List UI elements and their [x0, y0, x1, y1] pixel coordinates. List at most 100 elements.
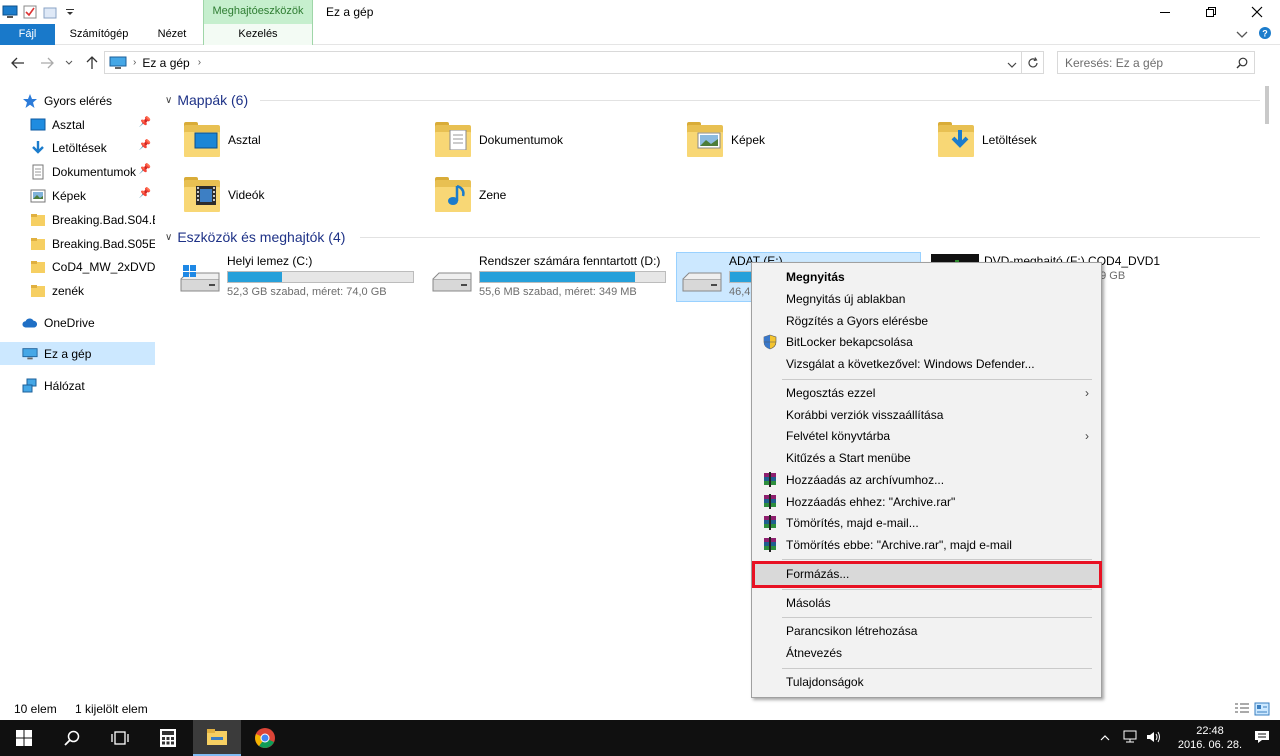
- address-row: › Ez a gép › Keresés: Ez a gép: [0, 48, 1280, 78]
- tab-view[interactable]: Nézet: [143, 24, 201, 45]
- menu-item-rename[interactable]: Átnevezés: [754, 642, 1099, 664]
- start-button[interactable]: [0, 720, 48, 756]
- pin-icon[interactable]: 📌: [139, 188, 151, 199]
- pin-icon[interactable]: 📌: [139, 140, 151, 151]
- large-icons-view-icon[interactable]: [1254, 702, 1270, 719]
- pin-icon[interactable]: 📌: [139, 164, 151, 175]
- ribbon-expand-icon[interactable]: [1236, 28, 1248, 42]
- tab-file[interactable]: Fájl: [0, 24, 55, 45]
- properties-icon[interactable]: [22, 4, 38, 20]
- menu-item-restore-versions[interactable]: Korábbi verziók visszaállítása: [754, 404, 1099, 426]
- highlight-annotation-box: [752, 561, 1102, 588]
- restore-button[interactable]: [1188, 0, 1234, 24]
- menu-item-open[interactable]: Megnyitás: [754, 266, 1099, 288]
- calculator-app-icon[interactable]: [144, 720, 192, 756]
- new-folder-icon[interactable]: [42, 4, 58, 20]
- menu-item-compress-rar-email[interactable]: Tömörítés ebbe: "Archive.rar", majd e-ma…: [754, 534, 1099, 556]
- chrome-app-icon[interactable]: [241, 720, 289, 756]
- nav-downloads[interactable]: Letöltések 📌: [0, 136, 155, 159]
- folder-documents[interactable]: Dokumentumok: [433, 116, 673, 164]
- recent-locations-icon[interactable]: [63, 54, 75, 72]
- menu-item-bitlocker[interactable]: BitLocker bekapcsolása: [754, 331, 1099, 353]
- document-icon: [30, 164, 46, 180]
- details-view-icon[interactable]: [1234, 702, 1250, 719]
- menu-item-compress-email[interactable]: Tömörítés, majd e-mail...: [754, 512, 1099, 534]
- forward-button[interactable]: [38, 54, 56, 72]
- vertical-scrollbar[interactable]: [1262, 86, 1272, 696]
- nav-this-pc[interactable]: Ez a gép: [0, 342, 155, 365]
- address-dropdown-icon[interactable]: [1007, 58, 1017, 72]
- hard-drive-icon: [179, 265, 221, 295]
- breadcrumb-chevron-icon[interactable]: ›: [133, 57, 136, 68]
- tab-computer[interactable]: Számítógép: [57, 24, 141, 45]
- nav-desktop[interactable]: Asztal 📌: [0, 113, 155, 136]
- menu-item-include-library[interactable]: Felvétel könyvtárba ›: [754, 425, 1099, 447]
- clock[interactable]: 22:48 2016. 06. 28.: [1170, 724, 1250, 752]
- breadcrumb-item[interactable]: Ez a gép: [142, 56, 189, 70]
- breadcrumb-chevron-icon[interactable]: ›: [198, 57, 201, 68]
- drive-c[interactable]: Helyi lemez (C:) 52,3 GB szabad, méret: …: [175, 253, 420, 303]
- task-view-button[interactable]: [96, 720, 144, 756]
- nav-folder-breaking-bad-s05[interactable]: Breaking.Bad.S05E16: [0, 232, 155, 255]
- menu-item-open-new-window[interactable]: Megnyitás új ablakban: [754, 288, 1099, 310]
- nav-quick-access[interactable]: Gyors elérés: [0, 89, 155, 112]
- file-explorer-app-icon[interactable]: [193, 720, 241, 756]
- volume-icon[interactable]: [1146, 730, 1162, 747]
- drives-group-header[interactable]: ∨ Eszközök és meghajtók (4): [165, 227, 1260, 247]
- clock-date: 2016. 06. 28.: [1177, 739, 1243, 751]
- download-icon: [30, 140, 46, 156]
- winrar-icon: [762, 472, 778, 488]
- menu-item-defender-scan[interactable]: Vizsgálat a következővel: Windows Defend…: [754, 353, 1099, 375]
- search-icon[interactable]: [1236, 57, 1248, 72]
- menu-item-copy[interactable]: Másolás: [754, 592, 1099, 614]
- refresh-button[interactable]: [1022, 51, 1044, 74]
- search-input[interactable]: Keresés: Ez a gép: [1057, 51, 1255, 74]
- action-center-icon[interactable]: [1254, 730, 1270, 747]
- nav-folder-zenek[interactable]: zenék: [0, 279, 155, 302]
- taskbar-search-button[interactable]: [48, 720, 96, 756]
- clock-time: 22:48: [1196, 725, 1224, 737]
- nav-network[interactable]: Hálózat: [0, 374, 155, 397]
- drive-d[interactable]: Rendszer számára fenntartott (D:) 55,6 M…: [427, 253, 672, 303]
- network-tray-icon[interactable]: [1122, 730, 1138, 747]
- drive-free-space: 55,6 MB szabad, méret: 349 MB: [479, 286, 637, 298]
- menu-item-add-archive-rar[interactable]: Hozzáadás ehhez: "Archive.rar": [754, 491, 1099, 513]
- ribbon-tabs: Fájl Számítógép Nézet Kezelés: [0, 24, 1280, 45]
- shield-icon: [762, 334, 778, 350]
- folder-downloads[interactable]: Letöltések: [936, 116, 1176, 164]
- nav-documents[interactable]: Dokumentumok 📌: [0, 160, 155, 183]
- menu-separator: [782, 379, 1092, 380]
- minimize-button[interactable]: [1142, 0, 1188, 24]
- collapse-chevron-icon[interactable]: ∨: [165, 95, 172, 106]
- hard-drive-icon: [681, 265, 723, 295]
- winrar-icon: [762, 515, 778, 531]
- menu-item-pin-start[interactable]: Kitűzés a Start menübe: [754, 447, 1099, 469]
- menu-item-create-shortcut[interactable]: Parancsikon létrehozása: [754, 620, 1099, 642]
- collapse-chevron-icon[interactable]: ∨: [165, 232, 172, 243]
- nav-pictures[interactable]: Képek 📌: [0, 184, 155, 207]
- menu-item-share-with[interactable]: Megosztás ezzel ›: [754, 382, 1099, 404]
- folder-desktop[interactable]: Asztal: [182, 116, 422, 164]
- contextual-group-label: Meghajtóeszközök: [203, 0, 313, 24]
- nav-onedrive[interactable]: OneDrive: [0, 311, 155, 334]
- downloads-folder-icon: [936, 120, 976, 160]
- menu-item-add-archive[interactable]: Hozzáadás az archívumhoz...: [754, 469, 1099, 491]
- pin-icon[interactable]: 📌: [139, 117, 151, 128]
- close-button[interactable]: [1234, 0, 1280, 24]
- address-bar[interactable]: › Ez a gép ›: [104, 51, 1022, 74]
- folder-music[interactable]: Zene: [433, 171, 673, 219]
- folder-videos[interactable]: Videók: [182, 171, 422, 219]
- up-button[interactable]: [83, 54, 101, 72]
- help-icon[interactable]: ?: [1258, 26, 1272, 43]
- back-button[interactable]: [9, 54, 27, 72]
- nav-folder-breaking-bad-s04[interactable]: Breaking.Bad.S04.BD: [0, 208, 155, 231]
- folders-group-header[interactable]: ∨ Mappák (6): [165, 90, 1260, 110]
- tab-manage[interactable]: Kezelés: [203, 24, 313, 45]
- folder-pictures[interactable]: Képek: [685, 116, 925, 164]
- menu-item-properties[interactable]: Tulajdonságok: [754, 671, 1099, 693]
- customize-dropdown-icon[interactable]: [62, 4, 78, 20]
- menu-item-pin-quick-access[interactable]: Rögzítés a Gyors elérésbe: [754, 310, 1099, 332]
- nav-folder-cod4[interactable]: CoD4_MW_2xDVD5: [0, 255, 155, 278]
- show-hidden-icons-icon[interactable]: [1100, 731, 1110, 745]
- winrar-icon: [762, 494, 778, 510]
